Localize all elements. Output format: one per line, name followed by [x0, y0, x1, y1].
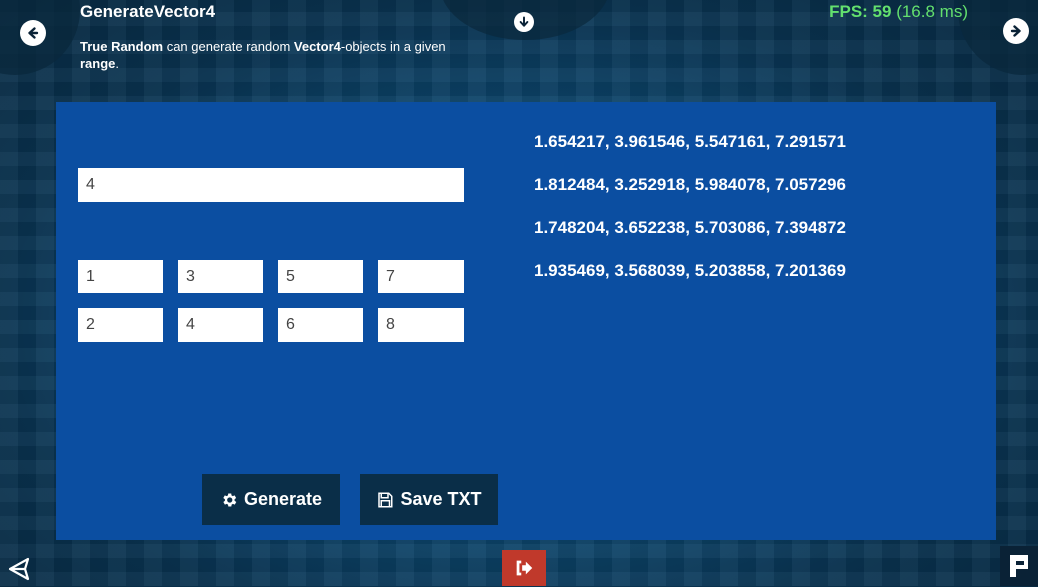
arrow-right-circle-icon — [1010, 25, 1021, 37]
min-x-input[interactable]: 1 — [78, 260, 163, 293]
result-item: 1.812484, 3.252918, 5.984078, 7.057296 — [534, 175, 846, 194]
min-y-input[interactable]: 3 — [178, 260, 263, 293]
results-list: 1.654217, 3.961546, 5.547161, 7.291571 1… — [534, 120, 846, 292]
max-x-input[interactable]: 2 — [78, 308, 163, 342]
result-item: 1.654217, 3.961546, 5.547161, 7.291571 — [534, 132, 846, 151]
exit-icon — [516, 560, 533, 576]
fps-value: FPS: 59 — [829, 2, 892, 21]
unity-logo-button[interactable] — [6, 556, 34, 582]
down-button[interactable] — [514, 12, 534, 32]
save-txt-button[interactable]: Save TXT — [360, 474, 498, 525]
fps-counter: FPS: 59 (16.8 ms) — [829, 2, 968, 22]
fps-ms: (16.8 ms) — [891, 2, 968, 21]
flag-icon — [1010, 555, 1028, 577]
exit-button[interactable] — [502, 550, 546, 586]
count-input[interactable]: 4 — [78, 168, 464, 202]
min-z-input[interactable]: 5 — [278, 260, 363, 293]
result-item: 1.748204, 3.652238, 5.703086, 7.394872 — [534, 218, 846, 237]
arrow-left-circle-icon — [28, 27, 39, 39]
next-button[interactable] — [1003, 18, 1029, 44]
max-w-input[interactable]: 8 — [378, 308, 464, 342]
flag-button[interactable] — [1000, 546, 1038, 586]
result-item: 1.935469, 3.568039, 5.203858, 7.201369 — [534, 261, 846, 280]
floppy-disk-icon — [378, 492, 393, 507]
max-z-input[interactable]: 6 — [278, 308, 363, 342]
max-y-input[interactable]: 4 — [178, 308, 263, 342]
min-w-input[interactable]: 7 — [378, 260, 464, 293]
save-txt-label: Save TXT — [400, 489, 482, 509]
generate-button[interactable]: Generate — [202, 474, 340, 525]
previous-button[interactable] — [20, 20, 46, 46]
page-title: GenerateVector4 — [80, 2, 216, 21]
page-description: True Random can generate random Vector4-… — [80, 39, 446, 71]
arrow-down-circle-icon — [519, 16, 529, 27]
unity-logo-icon — [8, 557, 30, 581]
generate-label: Generate — [243, 489, 323, 509]
gear-icon — [223, 492, 237, 507]
